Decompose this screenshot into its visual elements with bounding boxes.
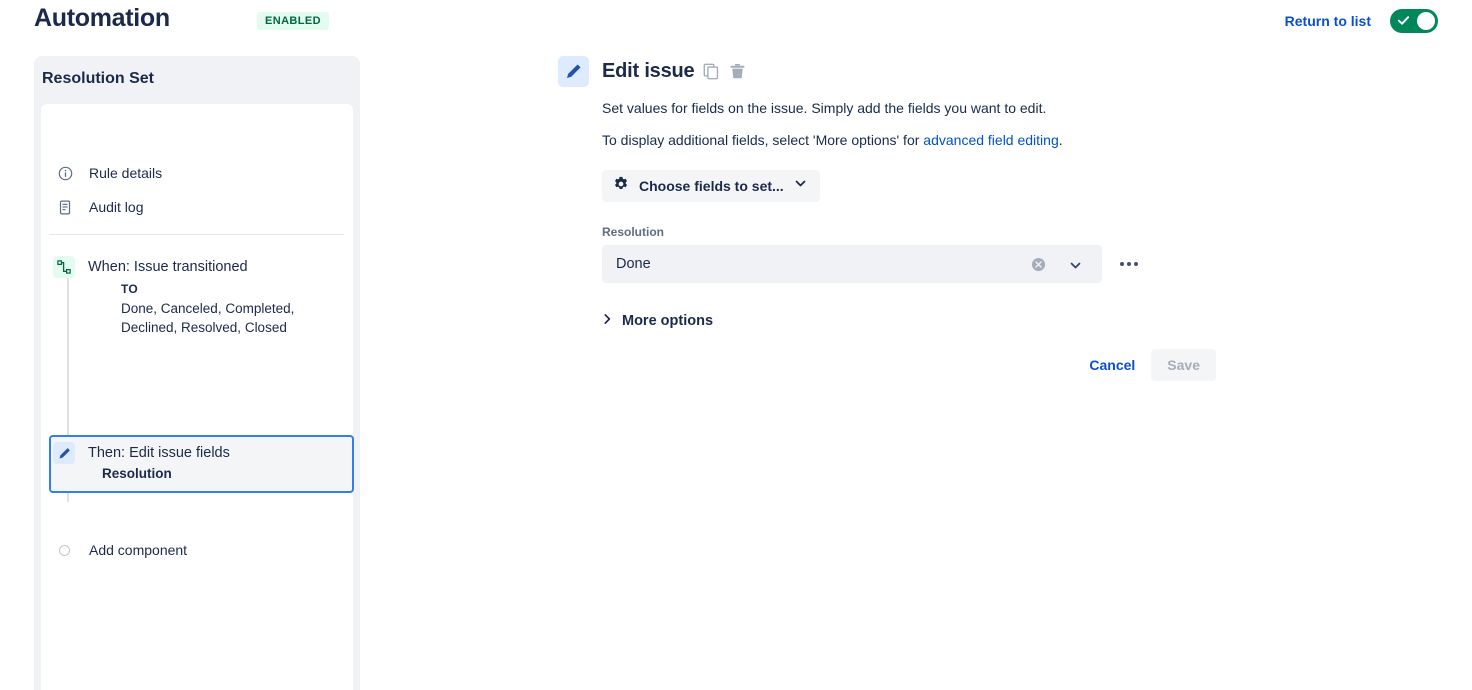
pencil-icon — [53, 442, 75, 464]
dot — [1120, 262, 1124, 266]
add-component-button[interactable]: Add component — [41, 542, 187, 558]
page-title: Automation — [34, 4, 170, 32]
copy-icon[interactable] — [703, 63, 720, 80]
chevron-right-icon — [602, 312, 613, 330]
chevron-down-icon — [794, 177, 807, 195]
sidebar-item-rule-details[interactable]: Rule details — [41, 158, 353, 188]
toggle-knob — [1417, 12, 1435, 30]
add-component-label: Add component — [89, 542, 188, 558]
choose-fields-button[interactable]: Choose fields to set... — [602, 170, 820, 202]
sidebar-item-audit-log[interactable]: Audit log — [41, 192, 353, 222]
resolution-field-row: Done — [602, 245, 1258, 283]
main-panel: Edit issue Set values for fields on the … — [558, 56, 1258, 381]
sidebar-item-label: Rule details — [89, 165, 163, 181]
dot — [1134, 262, 1138, 266]
pencil-icon — [558, 56, 589, 87]
more-options-toggle[interactable]: More options — [602, 312, 713, 330]
sidebar: Resolution Set Rule details Audit log Wh… — [34, 56, 360, 690]
status-badge: ENABLED — [257, 12, 329, 30]
return-to-list-link[interactable]: Return to list — [1285, 13, 1371, 29]
resolution-field-label: Resolution — [602, 225, 664, 239]
rule-step-title: When: Issue transitioned — [88, 259, 248, 275]
rule-step-trigger[interactable]: When: Issue transitioned TO Done, Cancel… — [41, 256, 353, 337]
form-actions: Cancel Save — [602, 349, 1216, 381]
rule-step-header: When: Issue transitioned — [41, 256, 353, 278]
sidebar-item-label: Audit log — [89, 199, 144, 215]
rule-step-detail-key: TO — [121, 282, 138, 296]
rule-enabled-toggle[interactable] — [1390, 9, 1438, 33]
cancel-button[interactable]: Cancel — [1077, 349, 1147, 381]
page-section-title: Edit issue — [602, 60, 695, 82]
title-row: Edit issue — [602, 56, 746, 87]
circle-icon — [59, 544, 70, 556]
save-button[interactable]: Save — [1151, 349, 1216, 381]
info-circle-icon — [53, 166, 77, 181]
main-panel-header: Edit issue — [558, 56, 1258, 87]
rule-step-subtitle: Resolution — [102, 466, 172, 481]
sidebar-title: Resolution Set — [42, 70, 155, 87]
trash-icon[interactable] — [729, 63, 746, 80]
top-bar: Automation ENABLED Return to list — [0, 0, 1472, 42]
description-line-1: Set values for fields on the issue. Simp… — [602, 100, 1047, 116]
description-line-2: To display additional fields, select 'Mo… — [602, 130, 1258, 151]
rule-step-title: Then: Edit issue fields — [88, 445, 230, 461]
advanced-field-editing-link[interactable]: advanced field editing — [923, 132, 1058, 148]
gear-icon — [613, 176, 629, 197]
field-more-menu-button[interactable] — [1116, 256, 1142, 272]
choose-fields-label: Choose fields to set... — [639, 178, 784, 194]
description-suffix: . — [1058, 132, 1063, 148]
description-prefix: To display additional fields, select 'Mo… — [602, 132, 924, 148]
sidebar-divider — [49, 234, 344, 235]
clear-icon[interactable] — [1031, 257, 1046, 277]
resolution-select-value: Done — [616, 256, 651, 272]
chevron-down-icon[interactable] — [1069, 259, 1082, 277]
audit-log-icon — [53, 200, 77, 215]
rule-step-header: Then: Edit issue fields — [51, 437, 352, 464]
check-icon — [1397, 16, 1410, 25]
sidebar-card: Rule details Audit log When: Issue trans… — [41, 104, 354, 690]
dot — [1127, 262, 1131, 266]
rule-step-detail-value: Done, Canceled, Completed, Declined, Res… — [121, 301, 295, 335]
rule-step-action-selected[interactable]: Then: Edit issue fields Resolution — [49, 435, 354, 493]
more-options-label: More options — [622, 313, 714, 329]
rule-step-detail: TO Done, Canceled, Completed, Declined, … — [121, 280, 353, 337]
transition-icon — [53, 256, 75, 278]
resolution-select[interactable]: Done — [602, 245, 1102, 283]
